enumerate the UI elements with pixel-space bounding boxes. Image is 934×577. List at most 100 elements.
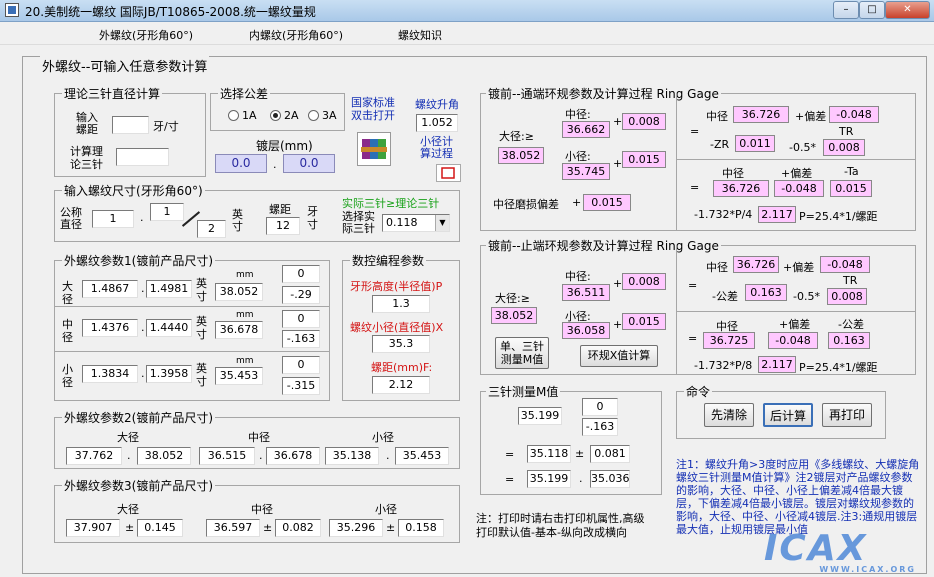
params2-pitch-max: 36.678 [266,447,320,465]
params3-major-tol: 0.145 [137,519,183,537]
chevron-down-icon[interactable]: ▼ [435,215,449,231]
nogo-tr-label: TR [843,274,858,287]
menu-thread-knowledge[interactable]: 螺纹知识 [398,27,442,43]
radio-1a-label: 1A [242,109,257,122]
go-minor-value: 35.745 [562,163,610,180]
nominal-denominator-input[interactable]: 2 [197,220,226,238]
pitch-input[interactable]: 12 [266,217,300,235]
major-upper-dev[interactable]: 0 [282,265,320,283]
standard-link[interactable]: 国家标准 双击打开 [351,96,395,122]
title-bar: 20.美制统一螺纹 国际JB/T10865-2008.统一螺纹量规 – □ ✕ [0,0,934,22]
go-minor-plus-value: 0.015 [622,151,666,168]
nogo-formula-left: -1.732*P/8 [694,359,753,372]
major-min-inch: 1.4867 [82,280,138,298]
print-button[interactable]: 再打印 [822,403,872,427]
main-note: 注1：螺纹升角>3度时应用《多线螺纹、大螺旋角螺纹三针测量M值计算》注2镀层对产… [676,458,920,536]
params3-pm-1: ± [125,521,135,534]
minor-lower-dev[interactable]: -.315 [282,377,320,395]
icax-logo: ICAX WWW.ICAX.ORG [764,528,922,574]
params3-minor: 35.296 [329,519,383,537]
go-eq-2: = [690,181,700,194]
calculate-button[interactable]: 后计算 [763,403,813,427]
cnc-minor-label: 螺纹小径(直径值)X [350,321,444,334]
menu-external-thread[interactable]: 外螺纹(牙形角60°) [99,27,193,43]
go-formula-value: 2.117 [758,206,796,223]
three-wire-v1: 35.118 [527,445,571,463]
major-lower-dev[interactable]: -.29 [282,286,320,304]
clear-button[interactable]: 先清除 [704,403,754,427]
menu-internal-thread[interactable]: 内螺纹(牙形角60°) [249,27,343,43]
go-ring-hdivider [676,159,916,160]
three-wire-v3: 35.199 [527,470,571,488]
pitch-tpi-input[interactable] [112,116,149,134]
go-tr-label: TR [839,125,854,138]
params2-pitch-min: 36.515 [199,447,255,465]
params2-major-max: 38.052 [137,447,191,465]
nogo-formula-right: P=25.4*1/螺距 [799,361,878,374]
nominal-label: 公称 直径 [60,206,82,231]
three-wire-v2: 0.081 [590,445,630,463]
pitch-diameter-mm: 36.678 [215,321,263,339]
nogo-ring-vdivider [676,245,677,375]
minor-sep: . [141,367,145,380]
go-b-dev-label: +偏差 [781,167,813,180]
ring-x-calc-button[interactable]: 环规X值计算 [580,345,658,367]
go-r-mid-value: 36.726 [733,106,789,123]
params3-title: 外螺纹参数3(镀前产品尺寸) [62,477,215,494]
go-coef: -0.5* [789,141,816,154]
pitch-diameter-upper-dev[interactable]: 0 [282,310,320,328]
pitch-diameter-lower-dev[interactable]: -.163 [282,330,320,348]
wire-select[interactable]: 0.118 ▼ [382,214,450,232]
book-icon[interactable] [357,132,391,166]
go-tr-value: 0.008 [823,139,865,156]
three-wire-sep: . [579,472,583,485]
minor-max-inch: 1.3958 [146,365,192,383]
params2-major-min: 37.762 [66,447,122,465]
minor-upper-dev[interactable]: 0 [282,356,320,374]
go-minor-label: 小径: [565,150,591,163]
nogo-minor-value: 36.058 [562,322,610,339]
nominal-numerator-input[interactable]: 1 [150,203,184,221]
major-label: 大 径 [62,280,73,306]
go-b-ta-label: -Ta [844,165,859,178]
params2-sep-2: . [259,449,263,462]
major-mm-unit: mm [236,270,254,280]
plating-label: 镀层(mm) [256,139,313,153]
nogo-r-mid-label: 中径 [706,261,728,274]
nogo-mid-plus: + [613,277,623,290]
three-wire-eq-2: = [505,473,515,486]
nominal-inch-unit: 英 寸 [232,208,243,233]
command-title: 命令 [684,383,713,400]
major-sep: . [141,282,145,295]
nogo-eq-2: = [688,332,698,345]
plating-max-input[interactable]: 0.0 [215,154,267,173]
radio-2a[interactable] [270,110,281,121]
major-max-inch: 1.4981 [146,280,192,298]
close-button[interactable]: ✕ [885,1,930,19]
nogo-eq-1: = [688,279,698,292]
calc-icon[interactable] [436,164,461,182]
nogo-mid-value: 36.511 [562,284,610,301]
nogo-ring-title: 镀前--止端环规参数及计算过程 Ring Gage [486,237,721,254]
minor-inch-unit: 英 寸 [196,362,207,388]
params3-pm-3: ± [386,521,396,534]
radio-1a[interactable] [228,110,239,121]
go-wear-label: 中径磨损偏差 [493,198,559,211]
lead-angle-label: 螺纹升角 [415,98,459,111]
nogo-minor-plus: + [613,318,623,331]
go-mid-plus-value: 0.008 [622,113,666,130]
nogo-major-value: 38.052 [491,307,537,324]
plating-min-input[interactable]: 0.0 [283,154,335,173]
nogo-r-mid-value: 36.726 [733,256,779,273]
radio-3a[interactable] [308,110,319,121]
three-wire-m: 35.199 [518,407,562,425]
minimize-button[interactable]: – [833,1,859,19]
go-b-dev-value: -0.048 [774,180,824,197]
nogo-r-dev-value: -0.048 [820,256,870,273]
nominal-whole-input[interactable]: 1 [92,210,134,228]
tolerance-title: 选择公差 [218,85,271,102]
maximize-button[interactable]: □ [859,1,885,19]
single-three-wire-button[interactable]: 单、三针 测量M值 [495,337,549,369]
small-diameter-calc-link[interactable]: 小径计 算过程 [420,136,453,160]
nogo-r-dev-label: +偏差 [783,261,815,274]
